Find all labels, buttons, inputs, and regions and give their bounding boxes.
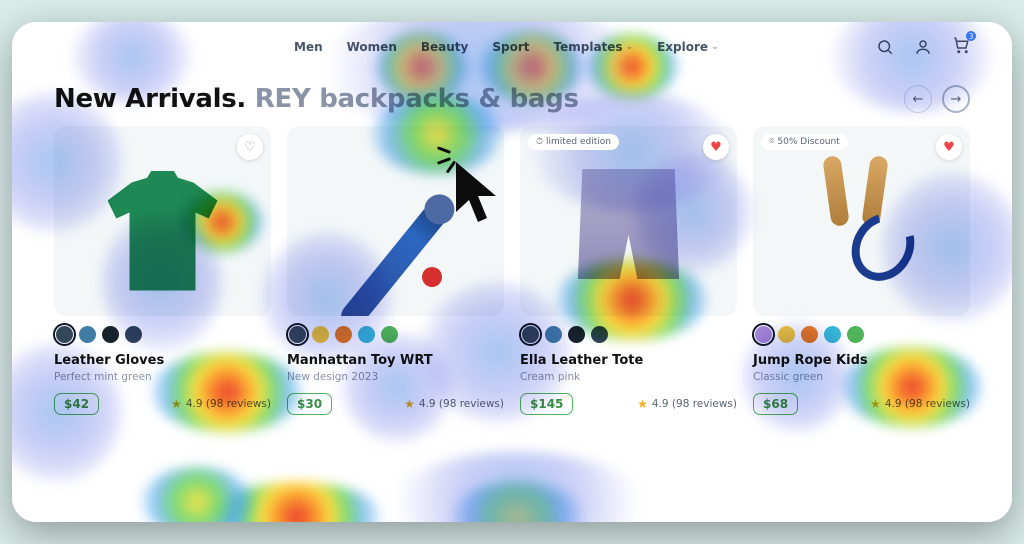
carousel-arrows: ← → xyxy=(904,85,970,113)
nav-explore[interactable]: Explore⌄ xyxy=(657,40,719,54)
tag-icon: ⌾ xyxy=(769,137,774,147)
product-price: $42 xyxy=(54,393,99,415)
product-price: $68 xyxy=(753,393,798,415)
color-swatch[interactable] xyxy=(381,326,398,343)
heart-icon[interactable]: ♥ xyxy=(703,134,729,160)
chevron-down-icon: ⌄ xyxy=(711,42,719,52)
product-image: ⌾50% Discount ♥ xyxy=(753,126,970,316)
heart-icon[interactable]: ♥ xyxy=(936,134,962,160)
color-swatches xyxy=(289,326,502,343)
color-swatches xyxy=(56,326,269,343)
color-swatch[interactable] xyxy=(801,326,818,343)
star-icon: ★ xyxy=(171,397,182,411)
product-badge: ⌾50% Discount xyxy=(761,134,848,150)
color-swatch[interactable] xyxy=(545,326,562,343)
nav-center: Men Women Beauty Sport Templates⌄ Explor… xyxy=(294,40,719,54)
product-card[interactable]: Manhattan Toy WRT New design 2023 $30 ★4… xyxy=(287,126,504,415)
cart-badge: 3 xyxy=(966,31,976,41)
product-price: $30 xyxy=(287,393,332,415)
color-swatch[interactable] xyxy=(102,326,119,343)
product-name: Manhattan Toy WRT xyxy=(287,353,504,368)
product-image: ⏱limited edition ♥ xyxy=(520,126,737,316)
product-subtitle: Perfect mint green xyxy=(54,371,271,383)
nav-actions: 3 xyxy=(876,36,970,58)
top-nav: Men Women Beauty Sport Templates⌄ Explor… xyxy=(12,22,1012,62)
color-swatch[interactable] xyxy=(847,326,864,343)
color-swatches xyxy=(755,326,968,343)
product-name: Jump Rope Kids xyxy=(753,353,970,368)
product-subtitle: New design 2023 xyxy=(287,371,504,383)
nav-beauty[interactable]: Beauty xyxy=(421,40,468,54)
color-swatch[interactable] xyxy=(568,326,585,343)
product-subtitle: Classic green xyxy=(753,371,970,383)
color-swatch[interactable] xyxy=(522,326,539,343)
color-swatch[interactable] xyxy=(289,326,306,343)
product-badge: ⏱limited edition xyxy=(528,134,619,150)
chevron-down-icon: ⌄ xyxy=(626,42,634,52)
product-image xyxy=(287,126,504,316)
clock-icon: ⏱ xyxy=(536,137,543,147)
product-name: Leather Gloves xyxy=(54,353,271,368)
product-rating: ★4.9 (98 reviews) xyxy=(637,397,737,411)
color-swatch[interactable] xyxy=(335,326,352,343)
hero-row: New Arrivals. REY backpacks & bags ← → xyxy=(12,62,1012,126)
color-swatch[interactable] xyxy=(824,326,841,343)
carousel-prev-button[interactable]: ← xyxy=(904,85,932,113)
heart-icon[interactable]: ♡ xyxy=(237,134,263,160)
product-card[interactable]: ♡ Leather Gloves Perfect mint green $42 … xyxy=(54,126,271,415)
product-subtitle: Cream pink xyxy=(520,371,737,383)
product-rating: ★4.9 (98 reviews) xyxy=(171,397,271,411)
search-icon[interactable] xyxy=(876,38,894,56)
color-swatch[interactable] xyxy=(312,326,329,343)
user-icon[interactable] xyxy=(914,38,932,56)
product-price: $145 xyxy=(520,393,573,415)
color-swatch[interactable] xyxy=(79,326,96,343)
color-swatch[interactable] xyxy=(591,326,608,343)
cart-button[interactable]: 3 xyxy=(952,36,970,58)
hero-title: New Arrivals. REY backpacks & bags xyxy=(54,84,579,114)
product-name: Ella Leather Tote xyxy=(520,353,737,368)
nav-women[interactable]: Women xyxy=(347,40,397,54)
product-card[interactable]: ⌾50% Discount ♥ Jump Rope Kids Classic g… xyxy=(753,126,970,415)
color-swatch[interactable] xyxy=(125,326,142,343)
star-icon: ★ xyxy=(870,397,881,411)
product-image: ♡ xyxy=(54,126,271,316)
app-frame: Men Women Beauty Sport Templates⌄ Explor… xyxy=(12,22,1012,522)
product-rating: ★4.9 (98 reviews) xyxy=(870,397,970,411)
color-swatch[interactable] xyxy=(56,326,73,343)
nav-templates[interactable]: Templates⌄ xyxy=(554,40,634,54)
product-grid: ♡ Leather Gloves Perfect mint green $42 … xyxy=(12,126,1012,415)
star-icon: ★ xyxy=(637,397,648,411)
color-swatch[interactable] xyxy=(755,326,772,343)
nav-sport[interactable]: Sport xyxy=(492,40,529,54)
color-swatches xyxy=(522,326,735,343)
nav-men[interactable]: Men xyxy=(294,40,323,54)
carousel-next-button[interactable]: → xyxy=(942,85,970,113)
star-icon: ★ xyxy=(404,397,415,411)
color-swatch[interactable] xyxy=(358,326,375,343)
product-card[interactable]: ⏱limited edition ♥ Ella Leather Tote Cre… xyxy=(520,126,737,415)
product-rating: ★4.9 (98 reviews) xyxy=(404,397,504,411)
color-swatch[interactable] xyxy=(778,326,795,343)
